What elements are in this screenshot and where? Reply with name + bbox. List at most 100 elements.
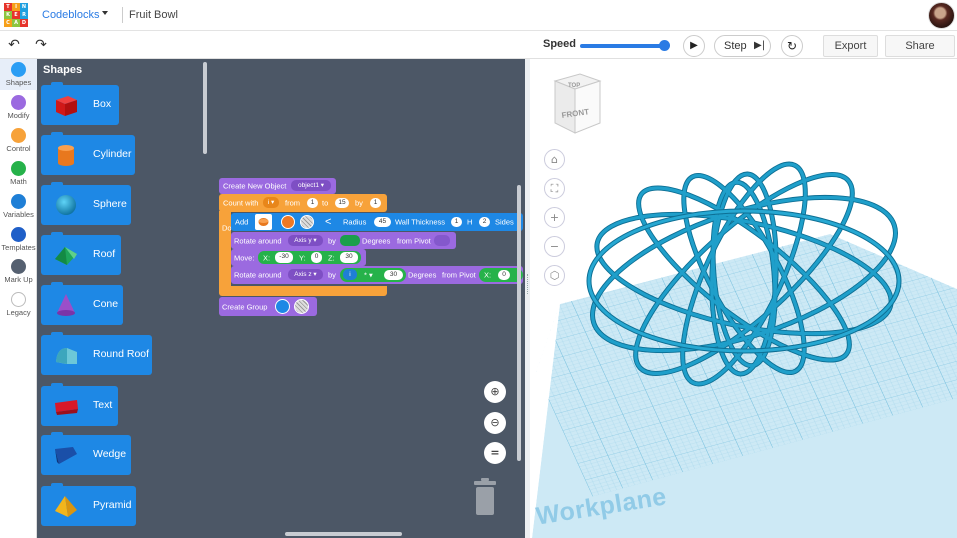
create-group-block[interactable]: Create Group [219, 297, 317, 316]
wall-thickness-label: Wall Thickness [395, 217, 446, 227]
hole-toggle[interactable] [294, 299, 309, 314]
rotate-block[interactable]: Rotate around Axis z ▾ by i * ▾ 30 Degre… [231, 266, 523, 284]
perspective-icon[interactable]: ⬡ [544, 265, 565, 286]
block-notch [51, 132, 63, 135]
category-templates[interactable]: Templates [0, 227, 37, 252]
category-mark-up[interactable]: Mark Up [0, 259, 37, 284]
shape-label: Text [93, 399, 113, 411]
height-value[interactable]: 2 [479, 217, 490, 227]
zoom-in-icon[interactable]: + [544, 207, 565, 228]
zoom-out-icon[interactable]: ⊖ [484, 412, 506, 434]
shape-block-cylinder[interactable]: Cylinder [41, 132, 135, 175]
radius-value[interactable]: 45 [374, 217, 391, 227]
shape-block-roof[interactable]: Roof [41, 232, 121, 275]
category-dot-icon [11, 161, 26, 176]
category-control[interactable]: Control [0, 128, 37, 153]
app-switcher-label[interactable]: Codeblocks [42, 9, 99, 21]
speed-slider[interactable] [580, 44, 668, 48]
trash-icon[interactable] [471, 477, 499, 517]
document-title[interactable]: Fruit Bowl [129, 9, 178, 21]
category-label: Mark Up [4, 275, 33, 284]
variable-reference[interactable]: i [343, 269, 357, 280]
tinkercad-logo[interactable]: T I N K E R C A D [4, 3, 28, 27]
reset-zoom-button[interactable]: = [484, 442, 506, 464]
undo-arrow-icon[interactable]: ↶ [5, 36, 23, 54]
color-swatch[interactable] [281, 215, 295, 229]
chevron-down-icon[interactable] [102, 11, 108, 15]
block-notch [51, 82, 63, 85]
workspace-scrollbar-vertical[interactable] [517, 185, 521, 461]
collapse-chevron-icon[interactable]: < [325, 216, 331, 228]
block-notch [51, 282, 63, 285]
block-label: Rotate around [234, 236, 282, 245]
user-avatar[interactable] [928, 2, 955, 29]
pivot-input-slot[interactable] [434, 235, 450, 246]
by-value[interactable]: 1 [370, 198, 381, 208]
x-value[interactable]: -30 [275, 252, 293, 263]
category-dot-icon [11, 227, 26, 242]
rotate-block[interactable]: Rotate around Axis y ▾ by Degrees from P… [231, 232, 456, 249]
text-shape-icon [55, 400, 78, 415]
export-button[interactable]: Export [823, 35, 878, 57]
palette-scrollbar[interactable] [203, 62, 207, 154]
axis-dropdown[interactable]: Axis y ▾ [288, 235, 323, 246]
3d-viewport[interactable]: TOP FRONT [530, 59, 957, 538]
category-math[interactable]: Math [0, 161, 37, 186]
category-variables[interactable]: Variables [0, 194, 37, 219]
add-shape-block[interactable]: Add < Radius 45 Wall Thickness 1 H 2 Sid… [231, 213, 523, 231]
x-value[interactable]: 0 [498, 270, 510, 280]
hole-toggle[interactable] [300, 215, 314, 229]
shape-block-wedge[interactable]: Wedge [41, 432, 131, 475]
category-dot-icon [11, 128, 26, 143]
count-with-block[interactable]: Count with i ▾ from 1 to 15 by 1 [219, 194, 387, 212]
shape-block-round-roof[interactable]: Round Roof [41, 332, 152, 375]
step-button[interactable]: Step ▶| [714, 35, 771, 57]
wedge-icon [55, 447, 77, 464]
y-value[interactable]: 0 [311, 252, 322, 263]
zoom-in-icon[interactable]: ⊕ [484, 381, 506, 403]
share-button[interactable]: Share [885, 35, 955, 57]
category-rail: Shapes Modify Control Math Variables Tem… [0, 59, 37, 538]
create-object-block[interactable]: Create New Object object1 ▾ [219, 178, 336, 194]
color-swatch[interactable] [275, 299, 290, 314]
category-label: Legacy [6, 308, 31, 317]
shape-block-text[interactable]: Text [41, 383, 118, 426]
restart-button[interactable]: ↻ [781, 35, 803, 57]
angle-input-slot[interactable] [340, 235, 360, 246]
operator-symbol: * [364, 270, 367, 280]
workspace-scrollbar-horizontal[interactable] [285, 532, 402, 536]
shape-block-pyramid[interactable]: Pyramid [41, 483, 136, 526]
category-shapes[interactable]: Shapes [0, 59, 37, 90]
shape-block-box[interactable]: Box [41, 82, 119, 125]
speed-slider-handle[interactable] [659, 40, 670, 51]
logo-tile: E [12, 11, 20, 19]
view-cube[interactable]: TOP FRONT [553, 73, 602, 134]
shape-block-sphere[interactable]: Sphere [41, 182, 131, 225]
fit-view-icon[interactable]: ⛶ [544, 178, 565, 199]
category-legacy[interactable]: Legacy [0, 292, 37, 317]
home-icon[interactable]: ⌂ [544, 149, 565, 170]
logo-tile: I [12, 3, 20, 11]
to-value[interactable]: 15 [335, 198, 349, 208]
from-value[interactable]: 1 [307, 198, 318, 208]
variable-dropdown[interactable]: i ▾ [263, 197, 279, 208]
redo-arrow-icon[interactable]: ↷ [32, 36, 50, 54]
shape-label: Sphere [93, 198, 127, 210]
wall-thickness-value[interactable]: 1 [451, 217, 462, 227]
move-block[interactable]: Move: X: -30 Y: 0 Z: 30 [231, 249, 366, 266]
block-notch [51, 232, 63, 235]
variable-dropdown[interactable]: object1 ▾ [291, 180, 331, 191]
splitter-grip-icon [527, 274, 528, 294]
category-modify[interactable]: Modify [0, 95, 37, 120]
operator[interactable]: * ▾ [364, 271, 373, 280]
shape-block-cone[interactable]: Cone [41, 282, 123, 325]
axis-dropdown[interactable]: Axis z ▾ [288, 269, 323, 280]
play-button[interactable]: ▶ [683, 35, 705, 57]
shape-label: Cone [93, 298, 119, 310]
factor-value[interactable]: 30 [384, 270, 403, 280]
z-value[interactable]: 30 [340, 252, 358, 263]
category-label: Math [10, 177, 27, 186]
shape-thumbnail[interactable] [255, 214, 272, 230]
category-label: Templates [1, 243, 36, 252]
zoom-out-icon[interactable]: − [544, 236, 565, 257]
